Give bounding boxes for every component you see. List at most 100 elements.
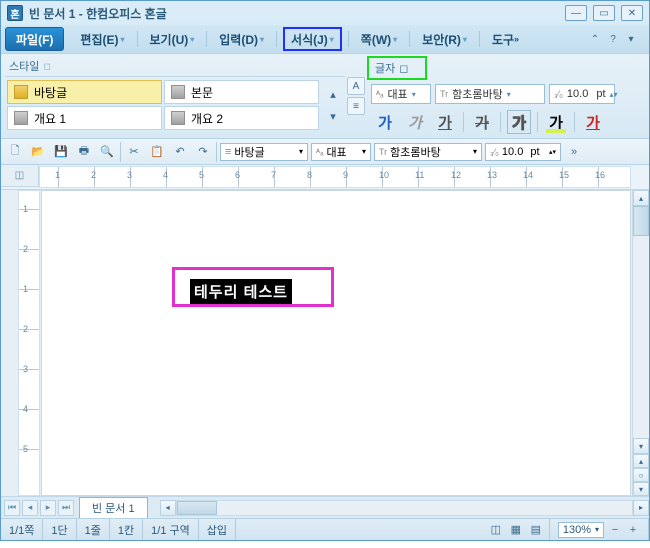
font-repr-combo[interactable]: ᴬₐ대표▾ <box>371 84 431 104</box>
format-menu-label: 서식(J) <box>291 31 328 48</box>
minimize-button[interactable]: — <box>565 5 587 21</box>
format-menu[interactable]: 서식(J)▾ <box>283 27 342 51</box>
status-page: 1/1쪽 <box>1 519 43 540</box>
prev-page-button[interactable]: ▴ <box>633 454 649 468</box>
tab-first-button[interactable]: ⏮ <box>4 500 20 516</box>
edit-menu[interactable]: 편집(E)▾ <box>74 27 130 51</box>
bold-button[interactable]: 가 <box>373 110 397 134</box>
close-button[interactable]: ✕ <box>621 5 643 21</box>
collapse-ribbon-button[interactable]: ⌃ <box>587 31 603 47</box>
fontcolor-button[interactable]: 가 <box>581 110 605 134</box>
style-item-outline1[interactable]: 개요 1 <box>7 106 162 130</box>
underline-button[interactable]: 가 <box>433 110 457 134</box>
style-item-body[interactable]: 본문 <box>164 80 319 104</box>
hscroll-track[interactable] <box>176 500 633 516</box>
input-menu-label: 입력(D) <box>219 31 258 48</box>
combo-value: 10.0 <box>567 88 588 100</box>
status-area: 1/1 구역 <box>143 519 199 540</box>
style-combo[interactable]: ≡바탕글▾ <box>220 143 308 161</box>
browse-object-button[interactable]: ○ <box>633 468 649 482</box>
selected-text[interactable]: 테두리 테스트 <box>190 279 292 304</box>
tab-prev-button[interactable]: ◂ <box>22 500 38 516</box>
scroll-thumb[interactable] <box>633 206 649 236</box>
menubar: 파일(F) 편집(E)▾ 보기(U)▾ 입력(D)▾ 서식(J)▾ 쪽(W)▾ … <box>1 25 649 53</box>
maximize-button[interactable]: ▭ <box>593 5 615 21</box>
hscroll-thumb[interactable] <box>177 501 217 515</box>
undo-button[interactable]: ↶ <box>170 142 190 162</box>
page-menu[interactable]: 쪽(W)▾ <box>355 27 403 51</box>
preview-button[interactable]: 🔍 <box>97 142 117 162</box>
repr-combo[interactable]: ᴬₐ대표▾ <box>311 143 371 161</box>
scroll-left-button[interactable]: ◂ <box>160 500 176 516</box>
style-scroll-up-button[interactable]: ▴ <box>323 84 343 104</box>
view-menu[interactable]: 보기(U)▾ <box>144 27 201 51</box>
open-button[interactable]: 📂 <box>28 142 48 162</box>
highlight-button[interactable]: 가 <box>544 110 568 134</box>
document-tab[interactable]: 빈 문서 1 <box>79 497 148 518</box>
style-item-outline2[interactable]: 개요 2 <box>164 106 319 130</box>
scroll-right-button[interactable]: ▸ <box>633 500 649 516</box>
help-button[interactable]: ? <box>605 31 621 47</box>
italic-button[interactable]: 가 <box>403 110 427 134</box>
zoom-out-button[interactable]: − <box>608 520 622 540</box>
next-page-button[interactable]: ▾ <box>633 482 649 496</box>
zoom-in-button[interactable]: + <box>626 520 640 540</box>
font-size-combo[interactable]: ₃⁄₀10.0pt▴▾ <box>549 84 615 104</box>
scroll-up-button[interactable]: ▴ <box>633 190 649 206</box>
strike-button[interactable]: 가 <box>470 110 494 134</box>
print-button[interactable]: 🖶 <box>74 142 94 162</box>
combo-value: 대표 <box>387 86 407 102</box>
menu-separator <box>206 31 207 47</box>
input-menu[interactable]: 입력(D)▾ <box>213 27 270 51</box>
combo-unit: pt <box>596 88 605 100</box>
view-mode3-button[interactable]: ▤ <box>526 520 546 540</box>
page[interactable]: 테두리 테스트 <box>41 190 631 496</box>
status-column: 1칸 <box>110 519 143 540</box>
ruler-corner[interactable]: ◫ <box>1 165 39 187</box>
char-style-icon[interactable]: A <box>347 77 365 95</box>
status-line: 1줄 <box>77 519 110 540</box>
document-canvas[interactable]: 테두리 테스트 <box>41 190 632 496</box>
save-button[interactable]: 💾 <box>51 142 71 162</box>
outline-button[interactable]: 가 <box>507 110 531 134</box>
cut-button[interactable]: ✂ <box>124 142 144 162</box>
status-mode[interactable]: 삽입 <box>199 519 236 540</box>
redo-button[interactable]: ↷ <box>193 142 213 162</box>
style-label: 개요 1 <box>34 110 66 127</box>
document-area: 1212345 테두리 테스트 ▴ ▾ ▴ ○ ▾ <box>1 190 649 496</box>
size-icon: ₃⁄₀ <box>554 89 563 99</box>
style-scroll-down-button[interactable]: ▾ <box>323 106 343 126</box>
vertical-ruler[interactable]: 1212345 <box>18 190 40 496</box>
scroll-down-button[interactable]: ▾ <box>633 438 649 454</box>
menu-separator <box>276 31 277 47</box>
font-name-combo[interactable]: Tr함초롬바탕▾ <box>435 84 545 104</box>
zoom-combo[interactable]: 130%▾ <box>558 522 604 538</box>
scroll-track[interactable] <box>633 206 649 438</box>
ribbon: 스타일 ◻ 바탕글 본문 개요 1 개요 2 ▴ ▾ A ≡ <box>1 53 649 139</box>
help-drop-icon[interactable]: ▾ <box>623 31 639 47</box>
separator <box>463 112 464 132</box>
view-mode1-button[interactable]: ◫ <box>486 520 506 540</box>
tab-last-button[interactable]: ⏭ <box>58 500 74 516</box>
para-style-icon[interactable]: ≡ <box>347 97 365 115</box>
new-button[interactable]: 🗋 <box>5 142 25 162</box>
copy-button[interactable]: 📋 <box>147 142 167 162</box>
tools-menu[interactable]: 도구» <box>486 27 525 51</box>
font-combo[interactable]: Tr함초롬바탕▾ <box>374 143 482 161</box>
combo-value: 함초롬바탕 <box>390 144 441 160</box>
combo-value: 10.0 <box>502 146 523 158</box>
menu-separator <box>409 31 410 47</box>
combo-value: 바탕글 <box>234 144 264 160</box>
security-menu[interactable]: 보안(R)▾ <box>416 27 473 51</box>
horizontal-ruler[interactable]: 12345678910111213141516 <box>39 166 631 188</box>
style-item-default[interactable]: 바탕글 <box>7 80 162 104</box>
view-mode2-button[interactable]: ▦ <box>506 520 526 540</box>
size-combo[interactable]: ₃⁄₀10.0pt▴▾ <box>485 143 561 161</box>
tab-next-button[interactable]: ▸ <box>40 500 56 516</box>
toolbar-overflow-button[interactable]: » <box>564 142 584 162</box>
expand-icon[interactable]: ◻ <box>399 62 408 75</box>
file-menu[interactable]: 파일(F) <box>5 27 64 51</box>
chevron-down-icon: ▾ <box>507 90 511 99</box>
style-swatch-icon <box>14 111 28 125</box>
expand-icon[interactable]: ◻ <box>43 61 50 72</box>
